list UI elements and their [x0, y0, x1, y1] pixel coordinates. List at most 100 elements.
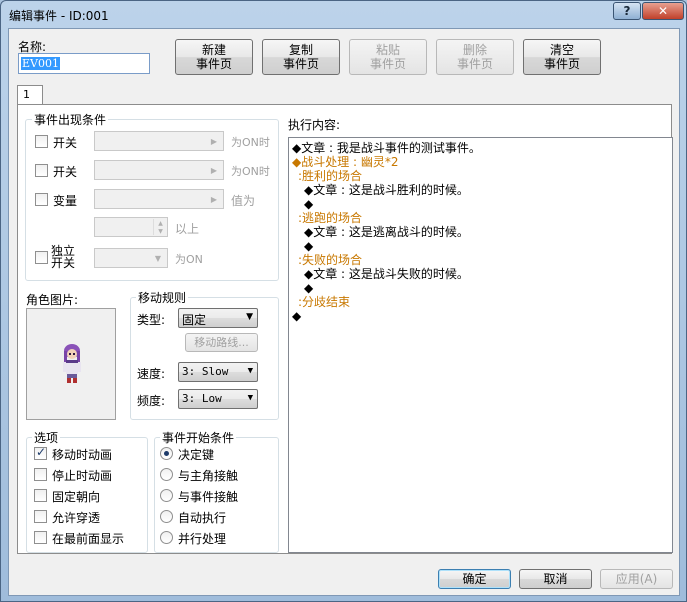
delete-page-button[interactable]: 删除 事件页 — [436, 39, 514, 75]
variable-value-spinner[interactable]: ▲ ▼ — [94, 217, 168, 237]
movement-title: 移动规则 — [136, 289, 189, 306]
character-sprite-icon — [63, 344, 81, 383]
switch2-select[interactable]: ▶ — [94, 160, 224, 180]
paste-page-label-1: 粘贴 — [375, 43, 400, 57]
event-contents-list[interactable]: ◆文章 : 我是战斗事件的测试事件。 ◆战斗处理 : 幽灵*2:胜利的场合 ◆文章 … — [288, 137, 673, 553]
option-checkbox[interactable] — [34, 468, 47, 481]
delete-page-label-2: 事件页 — [456, 57, 493, 71]
clear-page-button[interactable]: 清空 事件页 — [523, 39, 601, 75]
event-command-line[interactable]: :胜利的场合 — [298, 169, 362, 183]
new-page-button[interactable]: 新建 事件页 — [175, 39, 253, 75]
clear-page-label-1: 清空 — [549, 43, 574, 57]
trigger-radio[interactable] — [160, 468, 173, 481]
trigger-radio[interactable] — [160, 489, 173, 502]
trigger-label: 与主角接触 — [178, 469, 239, 483]
apply-button[interactable]: 应用(A) — [600, 569, 673, 589]
event-command-line[interactable]: :逃跑的场合 — [298, 211, 362, 225]
move-route-button[interactable]: 移动路线... — [185, 333, 258, 352]
options-title: 选项 — [32, 429, 61, 446]
copy-page-label-1: 复制 — [288, 43, 313, 57]
movement-type-select[interactable]: 固定 ▼ — [178, 308, 258, 328]
trigger-label: 与事件接触 — [178, 490, 239, 504]
movement-speed-select[interactable]: 3: Slow ▼ — [178, 362, 258, 382]
event-command-line[interactable]: ◆ — [304, 239, 313, 253]
option-checkbox[interactable] — [34, 510, 47, 523]
title-bar[interactable]: 编辑事件 - ID:001 ? ✕ — [1, 1, 686, 27]
spin-up-icon[interactable]: ▲ — [153, 219, 167, 227]
movement-freq-select[interactable]: 3: Low ▼ — [178, 389, 258, 409]
delete-page-label-1: 删除 — [462, 43, 487, 57]
option-label: 在最前面显示 — [52, 532, 125, 546]
event-command-line[interactable]: ◆文章 : 我是战斗事件的测试事件。 — [292, 141, 481, 155]
chevron-down-icon: ▼ — [247, 366, 253, 376]
movement-freq-value: 3: Low — [182, 392, 222, 405]
close-icon: ✕ — [657, 4, 669, 18]
option-label: 固定朝向 — [52, 490, 101, 504]
self-switch-select[interactable]: ▼ — [94, 248, 168, 268]
event-command-line[interactable]: ◆ — [304, 281, 313, 295]
trigger-label: 决定键 — [178, 448, 215, 462]
variable-checkbox[interactable] — [35, 193, 48, 206]
self-switch-checkbox[interactable] — [35, 251, 48, 264]
conditions-title: 事件出现条件 — [32, 111, 109, 128]
paste-page-button[interactable]: 粘贴 事件页 — [349, 39, 427, 75]
cancel-button[interactable]: 取消 — [519, 569, 592, 589]
movement-type-value: 固定 — [182, 313, 207, 327]
trigger-radio[interactable] — [160, 531, 173, 544]
self-switch-suffix: 为ON — [175, 253, 203, 266]
copy-page-button[interactable]: 复制 事件页 — [262, 39, 340, 75]
option-checkbox[interactable] — [34, 489, 47, 502]
option-label: 停止时动画 — [52, 469, 113, 483]
clear-page-label-2: 事件页 — [543, 57, 580, 71]
event-command-line[interactable]: ◆文章 : 这是逃离战斗的时候。 — [304, 225, 469, 239]
new-page-label-1: 新建 — [201, 43, 226, 57]
chevron-right-icon: ▶ — [210, 136, 218, 146]
ok-button[interactable]: 确定 — [438, 569, 511, 589]
switch1-suffix: 为ON时 — [231, 136, 270, 149]
trigger-radio[interactable] — [160, 447, 173, 460]
trigger-radio[interactable] — [160, 510, 173, 523]
close-button[interactable]: ✕ — [642, 2, 684, 20]
option-checkbox[interactable] — [34, 445, 47, 460]
switch2-checkbox[interactable] — [35, 164, 48, 177]
variable-suffix: 值为 — [231, 194, 256, 208]
movement-type-label: 类型: — [137, 313, 166, 327]
event-editor-window: 编辑事件 - ID:001 ? ✕ 名称: EV001 新建 事件页 复制 事件… — [0, 0, 687, 602]
copy-page-label-2: 事件页 — [282, 57, 319, 71]
help-button[interactable]: ? — [613, 2, 641, 20]
movement-speed-value: 3: Slow — [182, 365, 229, 378]
trigger-label: 并行处理 — [178, 532, 227, 546]
event-command-line[interactable]: ◆战斗处理 : 幽灵*2 — [292, 155, 399, 169]
spin-down-icon[interactable]: ▼ — [153, 227, 167, 235]
movement-freq-label: 频度: — [137, 394, 166, 408]
event-command-line[interactable]: ◆ — [292, 309, 301, 323]
character-graphic-box[interactable] — [26, 308, 116, 420]
event-command-line[interactable]: ◆文章 : 这是战斗胜利的时候。 — [304, 183, 469, 197]
switch1-checkbox[interactable] — [35, 135, 48, 148]
switch2-label: 开关 — [53, 165, 78, 179]
variable-above-label: 以上 — [175, 222, 200, 236]
dialog-client: 名称: EV001 新建 事件页 复制 事件页 粘贴 事件页 删除 事件页 清空… — [8, 28, 680, 596]
event-command-line[interactable]: :分歧结束 — [298, 295, 350, 309]
event-command-line[interactable]: :失败的场合 — [298, 253, 362, 267]
contents-title: 执行内容: — [288, 118, 341, 132]
option-checkbox[interactable] — [34, 531, 47, 544]
trigger-title: 事件开始条件 — [160, 429, 237, 446]
chevron-right-icon: ▶ — [210, 194, 218, 204]
new-page-label-2: 事件页 — [195, 57, 232, 71]
switch1-select[interactable]: ▶ — [94, 131, 224, 151]
switch2-suffix: 为ON时 — [231, 165, 270, 178]
name-input[interactable]: EV001 — [18, 53, 150, 74]
variable-label: 变量 — [53, 194, 78, 208]
paste-page-label-2: 事件页 — [369, 57, 406, 71]
event-command-line[interactable]: ◆ — [304, 197, 313, 211]
option-label: 允许穿透 — [52, 511, 101, 525]
self-switch-label-2: 开关 — [51, 256, 76, 270]
chevron-down-icon: ▼ — [246, 312, 253, 322]
movement-speed-label: 速度: — [137, 367, 166, 381]
tab-page-1[interactable]: 1 — [17, 85, 43, 105]
window-title: 编辑事件 - ID:001 — [9, 9, 109, 23]
event-command-line[interactable]: ◆文章 : 这是战斗失败的时候。 — [304, 267, 469, 281]
chevron-down-icon: ▼ — [154, 253, 162, 263]
variable-select[interactable]: ▶ — [94, 189, 224, 209]
